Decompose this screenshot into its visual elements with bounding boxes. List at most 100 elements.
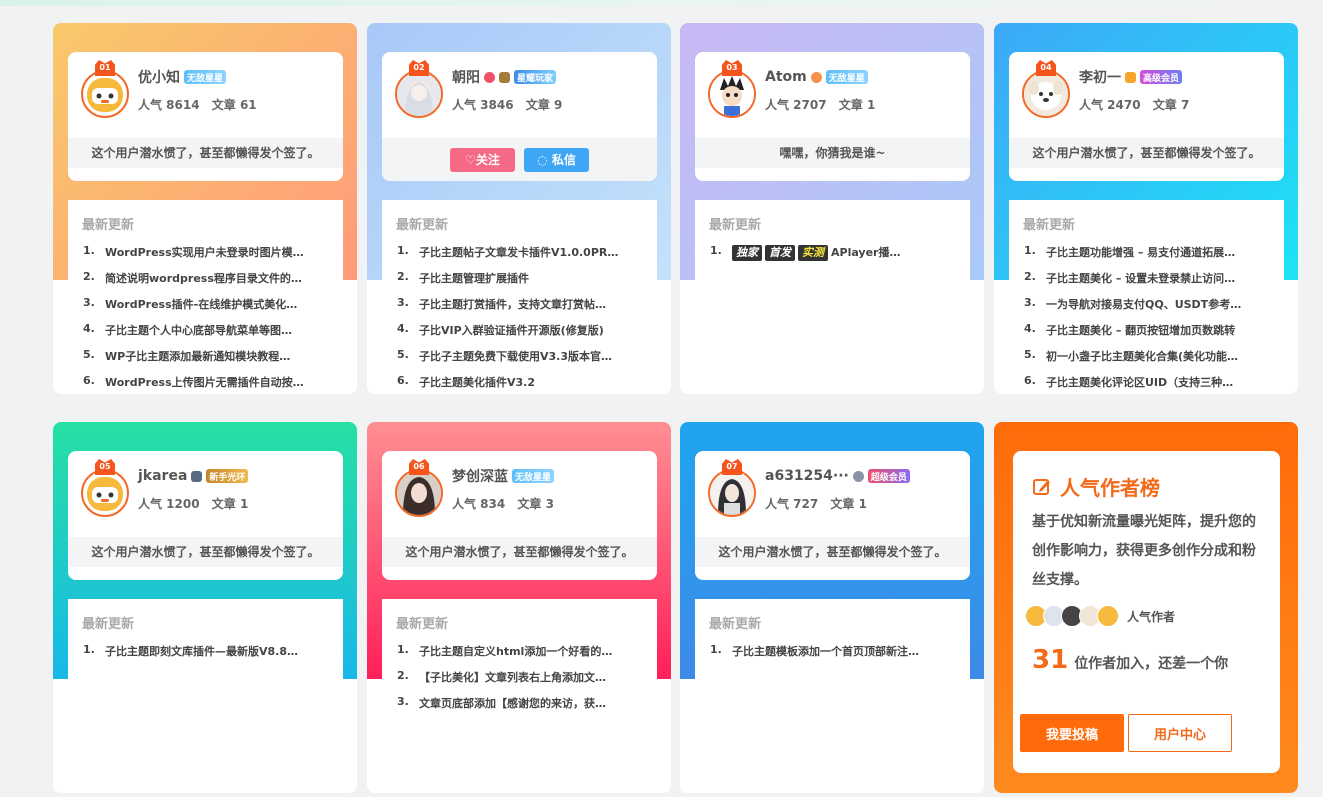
popularity-count: 人气 8614 xyxy=(138,98,200,112)
post-item[interactable]: 6. 子比主题美化插件V3.2 xyxy=(397,374,647,394)
author-count-row: 31 位作者加入，还差一个你 xyxy=(1032,645,1228,675)
author-name[interactable]: a631254··· xyxy=(765,468,849,484)
popularity-count: 人气 834 xyxy=(452,497,506,511)
edit-icon xyxy=(1033,478,1050,495)
avatar-wrap[interactable]: 05 xyxy=(81,459,131,517)
name-row: Atom 无敌星星 xyxy=(765,68,868,86)
author-name[interactable]: 朝阳 xyxy=(452,67,480,87)
post-item[interactable]: 4. 子比主题美化 – 翻页按钮增加页数跳转 xyxy=(1024,322,1274,348)
rank-badge: 06 xyxy=(409,459,429,475)
latest-title: 最新更新 xyxy=(396,218,449,233)
author-name[interactable]: 梦创深蓝 xyxy=(452,466,508,486)
author-name[interactable]: 优小知 xyxy=(138,67,180,87)
popularity-count: 人气 2470 xyxy=(1079,98,1141,112)
avatar[interactable] xyxy=(395,469,443,517)
name-row: 梦创深蓝 无敌星星 xyxy=(452,466,555,486)
post-item[interactable]: 5. 初一小盏子比主题美化合集(美化功能… xyxy=(1024,348,1274,374)
rank-badge: 07 xyxy=(722,459,742,475)
latest-posts: 最新更新 1. 子比主题帖子文章发卡插件V1.0.0PR… 2. 子比主题管理扩展插… xyxy=(382,200,657,394)
post-item[interactable]: 2. 子比主题管理扩展插件 xyxy=(397,270,647,296)
rank-badge: 05 xyxy=(95,459,115,475)
post-item[interactable]: 1. WordPress实现用户未登录时图片模… xyxy=(83,244,333,270)
post-list: 1. 独家 首发 实测 APlayer播… xyxy=(710,244,960,270)
post-list: 1. 子比主题帖子文章发卡插件V1.0.0PR… 2. 子比主题管理扩展插件 3. 子… xyxy=(397,244,647,394)
post-item[interactable]: 2. 子比主题美化 – 设置未登录禁止访问… xyxy=(1024,270,1274,296)
author-card-2: 02 朝阳 星耀玩家 人气 3846 文章 9 ♡关注 ◌ 私信 最新更新 1.… xyxy=(367,23,671,394)
latest-title: 最新更新 xyxy=(709,617,762,632)
rank-badge: 01 xyxy=(95,60,115,76)
medal-icon xyxy=(499,71,510,83)
avatar-wrap[interactable]: 02 xyxy=(395,60,445,118)
avatar-wrap[interactable]: 01 xyxy=(81,60,131,118)
article-count: 文章 7 xyxy=(1152,98,1190,112)
avatar[interactable] xyxy=(81,469,129,517)
author-profile: 02 朝阳 星耀玩家 人气 3846 文章 9 ♡关注 ◌ 私信 xyxy=(382,52,657,181)
level-icon xyxy=(810,71,822,83)
author-profile: 03 Atom 无敌星星 人气 2707 文章 1 嘿嘿，你猜我是谁~ xyxy=(695,52,970,181)
latest-posts: 最新更新 1. WordPress实现用户未登录时图片模… 2. 简述说明wordp… xyxy=(68,200,343,394)
post-tag: 首发 xyxy=(765,245,795,261)
level-badge: 无敌星星 xyxy=(512,469,555,483)
avatar[interactable] xyxy=(1097,605,1119,627)
level-badge: 无敌星星 xyxy=(184,70,227,84)
author-avatar-stack: 人气作者 xyxy=(1025,605,1175,627)
avatar-wrap[interactable]: 07 xyxy=(708,459,758,517)
avatar-wrap[interactable]: 03 xyxy=(708,60,758,118)
post-item[interactable]: 5. 子比子主题免费下载使用V3.3版本官… xyxy=(397,348,647,374)
author-signature: 这个用户潜水惯了，甚至都懒得发个签了。 xyxy=(68,138,343,168)
level-badge: 无敌星星 xyxy=(825,70,868,84)
author-card-1: 01 优小知 无敌星星 人气 8614 文章 61 这个用户潜水惯了，甚至都懒得… xyxy=(53,23,357,394)
post-item[interactable]: 4. 子比VIP入群验证插件开源版(修复版) xyxy=(397,322,647,348)
author-signature: 这个用户潜水惯了，甚至都懒得发个签了。 xyxy=(68,537,343,567)
post-item[interactable]: 4. 子比主题个人中心底部导航菜单等图… xyxy=(83,322,333,348)
authors-label: 人气作者 xyxy=(1127,609,1176,624)
author-signature: 这个用户潜水惯了，甚至都懒得发个签了。 xyxy=(1009,138,1284,168)
post-item[interactable]: 5. WP子比主题添加最新通知模块教程… xyxy=(83,348,333,374)
post-item[interactable]: 6. WordPress上传图片无需插件自动按… xyxy=(83,374,333,394)
follow-button[interactable]: ♡关注 xyxy=(450,147,515,172)
name-row: 优小知 无敌星星 xyxy=(138,67,227,87)
latest-title: 最新更新 xyxy=(1023,218,1076,233)
post-item[interactable]: 1. 子比主题功能增强 – 易支付通道拓展… xyxy=(1024,244,1274,270)
post-item[interactable]: 1. 子比主题即刻文库插件—最新版V8.8… xyxy=(83,643,333,669)
post-tag: 独家 xyxy=(732,245,762,261)
name-row: 李初一 高级会员 xyxy=(1079,67,1183,87)
avatar-wrap[interactable]: 06 xyxy=(395,459,445,517)
avatar[interactable] xyxy=(395,70,443,118)
post-item[interactable]: 1. 子比主题自定义html添加一个好看的… xyxy=(397,643,647,669)
post-list: 1. 子比主题模板添加一个首页顶部新注… xyxy=(710,643,960,669)
level-icon xyxy=(852,470,864,482)
author-card-6: 06 梦创深蓝 无敌星星 人气 834 文章 3 这个用户潜水惯了，甚至都懒得发… xyxy=(367,422,671,793)
post-item[interactable]: 1. 子比主题帖子文章发卡插件V1.0.0PR… xyxy=(397,244,647,270)
post-item[interactable]: 1. 子比主题模板添加一个首页顶部新注… xyxy=(710,643,960,669)
author-name[interactable]: jkarea xyxy=(138,468,187,484)
rank-badge: 04 xyxy=(1036,60,1056,76)
message-button[interactable]: ◌ 私信 xyxy=(524,147,589,172)
author-stats: 人气 834 文章 3 xyxy=(452,495,562,512)
author-name[interactable]: Atom xyxy=(765,69,807,85)
author-signature: 这个用户潜水惯了，甚至都懒得发个签了。 xyxy=(695,537,970,567)
author-name[interactable]: 李初一 xyxy=(1079,67,1121,87)
post-item[interactable]: 3. 一为导航对接易支付QQ、USDT参考… xyxy=(1024,296,1274,322)
avatar-wrap[interactable]: 04 xyxy=(1022,60,1072,118)
post-tag: 实测 xyxy=(798,245,828,261)
avatar[interactable] xyxy=(1022,70,1070,118)
post-item[interactable]: 3. 文章页底部添加【感谢您的来访，获… xyxy=(397,695,647,721)
article-count: 文章 61 xyxy=(211,98,257,112)
avatar[interactable] xyxy=(708,469,756,517)
post-item[interactable]: 3. WordPress插件-在线维护模式美化… xyxy=(83,296,333,322)
post-item[interactable]: 6. 子比主题美化评论区UID（支持三种… xyxy=(1024,374,1274,394)
post-item[interactable]: 1. 独家 首发 实测 APlayer播… xyxy=(710,244,960,270)
post-item[interactable]: 2. 简述说明wordpress程序目录文件的… xyxy=(83,270,333,296)
submit-article-button[interactable]: 我要投稿 xyxy=(1020,714,1124,752)
post-item[interactable]: 2. 【子比美化】文章列表右上角添加文… xyxy=(397,669,647,695)
user-center-button[interactable]: 用户中心 xyxy=(1128,714,1232,752)
post-list: 1. 子比主题自定义html添加一个好看的… 2. 【子比美化】文章列表右上角添加文… xyxy=(397,643,647,721)
post-item[interactable]: 3. 子比主题打赏插件，支持文章打赏帖… xyxy=(397,296,647,322)
latest-posts: 最新更新 1. 子比主题功能增强 – 易支付通道拓展… 2. 子比主题美化 – 设置… xyxy=(1009,200,1284,394)
author-signature: 嘿嘿，你猜我是谁~ xyxy=(695,138,970,168)
popular-authors-promo: 人气作者榜 基于优知新流量曝光矩阵，提升您的创作影响力，获得更多创作分成和粉丝支… xyxy=(994,422,1298,793)
avatar[interactable] xyxy=(708,70,756,118)
avatar[interactable] xyxy=(81,70,129,118)
name-row: jkarea 新手光环 xyxy=(138,467,249,485)
